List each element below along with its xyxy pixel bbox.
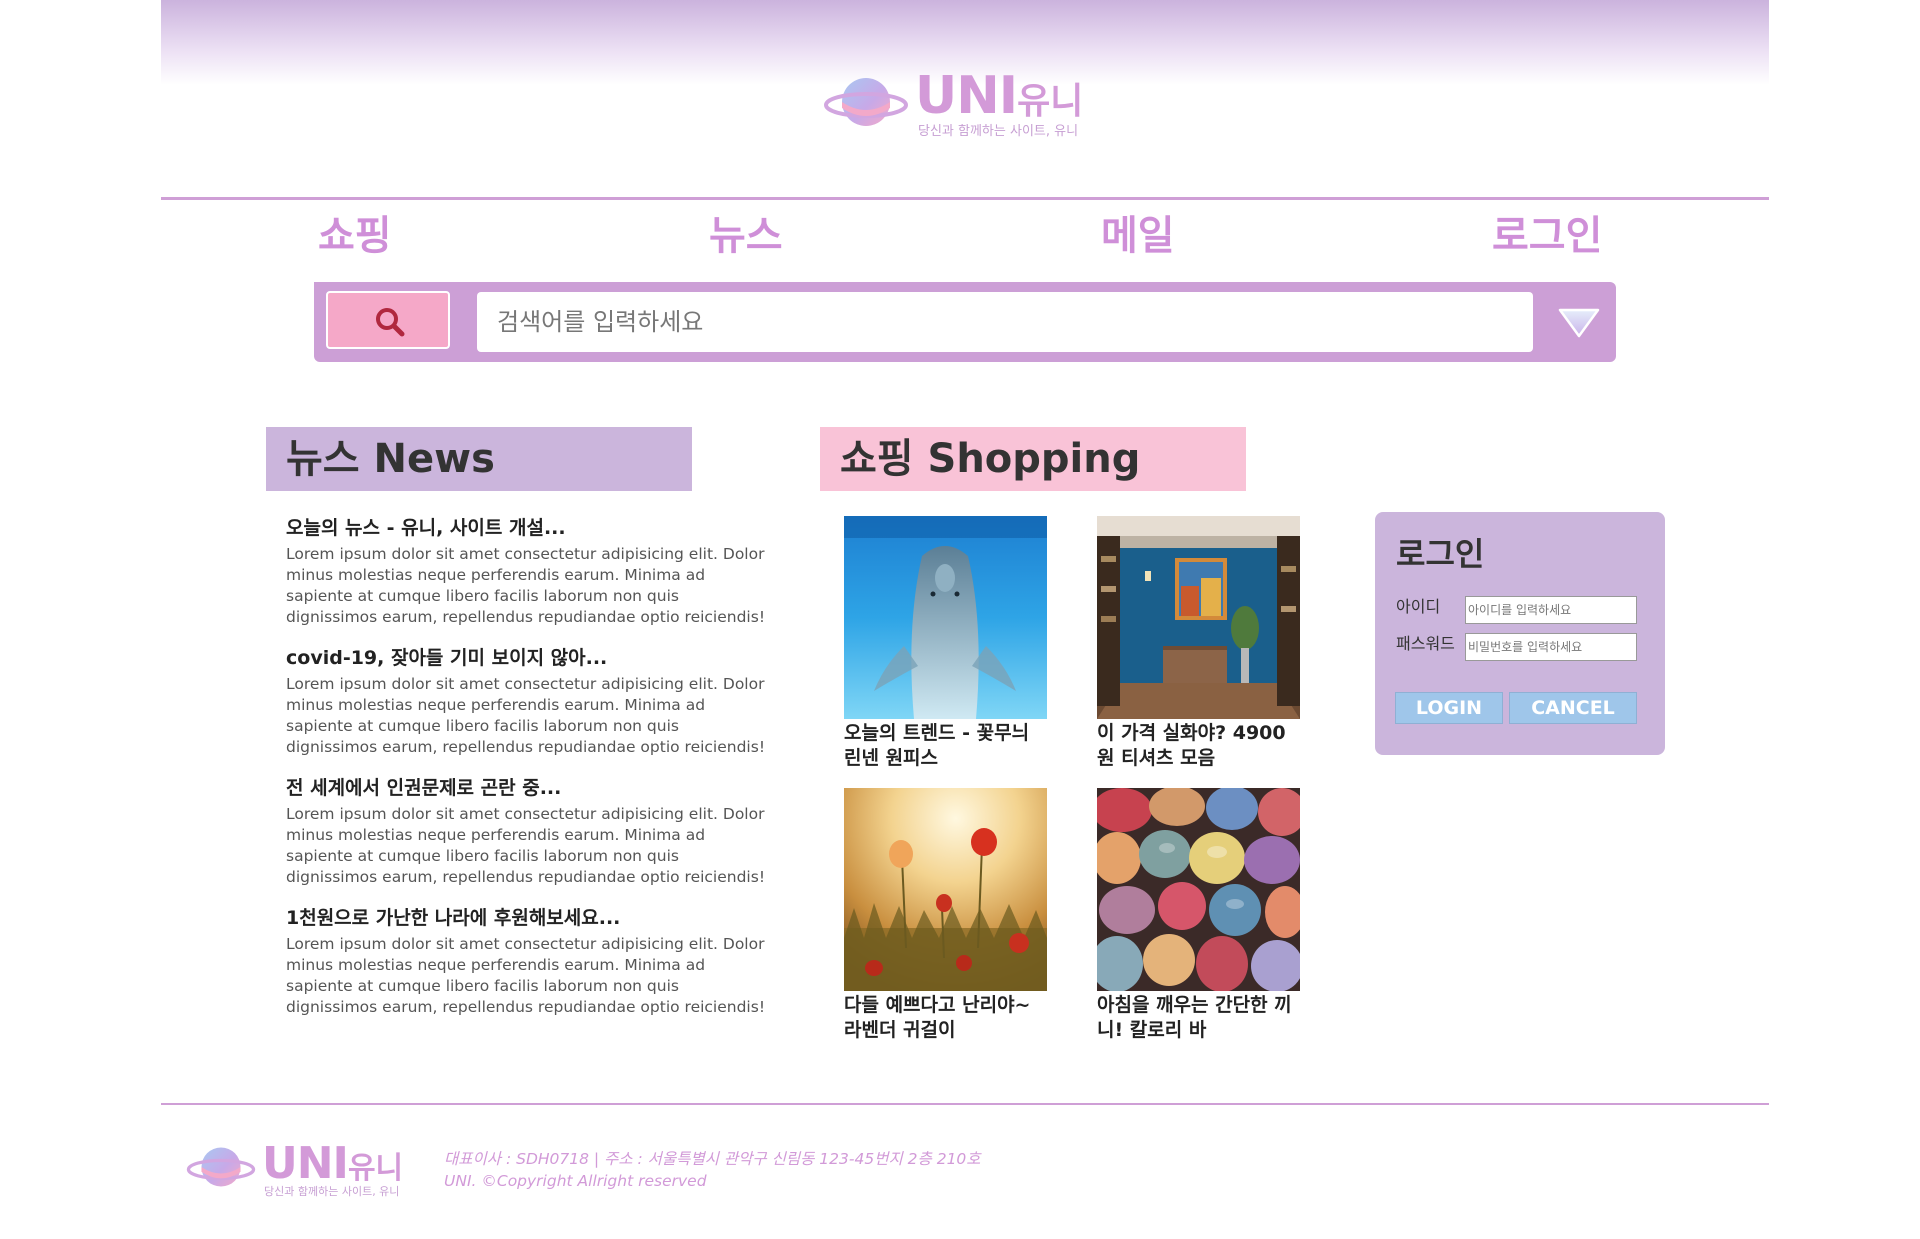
login-title: 로그인	[1396, 535, 1485, 573]
product-card[interactable]: 오늘의 트렌드 - 꽃무늬 린넨 원피스	[844, 516, 1047, 771]
cancel-button[interactable]: CANCEL	[1509, 692, 1637, 724]
id-label: 아이디	[1396, 597, 1441, 616]
news-body: Lorem ipsum dolor sit amet consectetur a…	[286, 935, 766, 1016]
footer-divider	[161, 1103, 1769, 1105]
product-card[interactable]: 아침을 깨우는 간단한 끼니! 칼로리 바	[1097, 788, 1300, 1043]
product-card[interactable]: 이 가격 실화야? 4900원 티셔츠 모음	[1097, 516, 1300, 771]
planet-logo-icon	[186, 1147, 256, 1187]
logo-tagline: 당신과 함께하는 사이트, 유니	[918, 124, 1079, 139]
footer-logo[interactable]: UNI유니 당신과 함께하는 사이트, 유니	[186, 1140, 416, 1202]
nav-shopping[interactable]: 쇼핑	[318, 212, 392, 260]
colorful-stones-photo[interactable]	[1097, 788, 1300, 991]
logo-name-kr: 유니	[347, 1151, 404, 1186]
footer-copyright: UNI. ©Copyright Allright reserved	[444, 1172, 707, 1190]
news-item[interactable]: 전 세계에서 인권문제로 곤란 중... Lorem ipsum dolor s…	[286, 772, 766, 902]
search-icon	[376, 308, 405, 337]
news-heading: 뉴스 News	[266, 427, 692, 491]
dolphin-photo[interactable]	[844, 516, 1047, 719]
news-title[interactable]: 오늘의 뉴스 - 유니, 사이트 개설...	[286, 512, 766, 544]
product-caption[interactable]: 다들 예쁘다고 난리야~ 라벤더 귀걸이	[844, 993, 1047, 1043]
login-button[interactable]: LOGIN	[1395, 692, 1503, 724]
news-item[interactable]: 오늘의 뉴스 - 유니, 사이트 개설... Lorem ipsum dolor…	[286, 512, 766, 642]
news-title[interactable]: 1천원으로 가난한 나라에 후원해보세요...	[286, 902, 766, 934]
news-body: Lorem ipsum dolor sit amet consectetur a…	[286, 805, 766, 886]
product-caption[interactable]: 오늘의 트렌드 - 꽃무늬 린넨 원피스	[844, 721, 1047, 771]
logo-name: UNI	[915, 66, 1018, 126]
news-title[interactable]: covid-19, 잦아들 기미 보이지 않아...	[286, 642, 766, 674]
nav-news[interactable]: 뉴스	[709, 212, 783, 260]
footer-address: 대표이사 : SDH0718 | 주소 : 서울특별시 관악구 신림동 123-…	[444, 1150, 981, 1168]
news-item[interactable]: covid-19, 잦아들 기미 보이지 않아... Lorem ipsum d…	[286, 642, 766, 772]
id-input[interactable]	[1465, 596, 1637, 624]
search-dropdown-button[interactable]	[1549, 292, 1609, 352]
planet-logo-icon	[824, 78, 908, 126]
triangle-down-icon	[1558, 308, 1600, 338]
nav-login[interactable]: 로그인	[1492, 212, 1602, 260]
news-body: Lorem ipsum dolor sit amet consectetur a…	[286, 675, 766, 756]
login-box: 로그인 아이디 패스워드 LOGIN CANCEL	[1375, 512, 1665, 755]
search-button[interactable]	[326, 291, 450, 349]
news-title[interactable]: 전 세계에서 인권문제로 곤란 중...	[286, 772, 766, 804]
news-item[interactable]: 1천원으로 가난한 나라에 후원해보세요... Lorem ipsum dolo…	[286, 902, 766, 1032]
product-caption[interactable]: 아침을 깨우는 간단한 끼니! 칼로리 바	[1097, 993, 1300, 1043]
news-body: Lorem ipsum dolor sit amet consectetur a…	[286, 545, 766, 626]
news-list: 오늘의 뉴스 - 유니, 사이트 개설... Lorem ipsum dolor…	[286, 512, 766, 1032]
blue-room-photo[interactable]	[1097, 516, 1300, 719]
footer-info: 대표이사 : SDH0718 | 주소 : 서울특별시 관악구 신림동 123-…	[444, 1148, 981, 1192]
logo-name: UNI	[262, 1138, 349, 1189]
product-card[interactable]: 다들 예쁘다고 난리야~ 라벤더 귀걸이	[844, 788, 1047, 1043]
poppy-field-photo[interactable]	[844, 788, 1047, 991]
search-input[interactable]	[477, 292, 1533, 352]
page: UNI유니 당신과 함께하는 사이트, 유니 쇼핑 뉴스 메일 로그인 검색어를…	[161, 0, 1769, 1239]
logo-tagline: 당신과 함께하는 사이트, 유니	[264, 1185, 400, 1198]
shopping-heading: 쇼핑 Shopping	[820, 427, 1246, 491]
password-input[interactable]	[1465, 633, 1637, 661]
password-label: 패스워드	[1396, 634, 1455, 653]
header-divider	[161, 197, 1769, 200]
site-logo[interactable]: UNI유니 당신과 함께하는 사이트, 유니	[823, 66, 1105, 139]
logo-name-kr: 유니	[1017, 81, 1084, 122]
product-caption[interactable]: 이 가격 실화야? 4900원 티셔츠 모음	[1097, 721, 1300, 771]
nav-mail[interactable]: 메일	[1101, 212, 1175, 260]
search-bar	[314, 282, 1616, 362]
